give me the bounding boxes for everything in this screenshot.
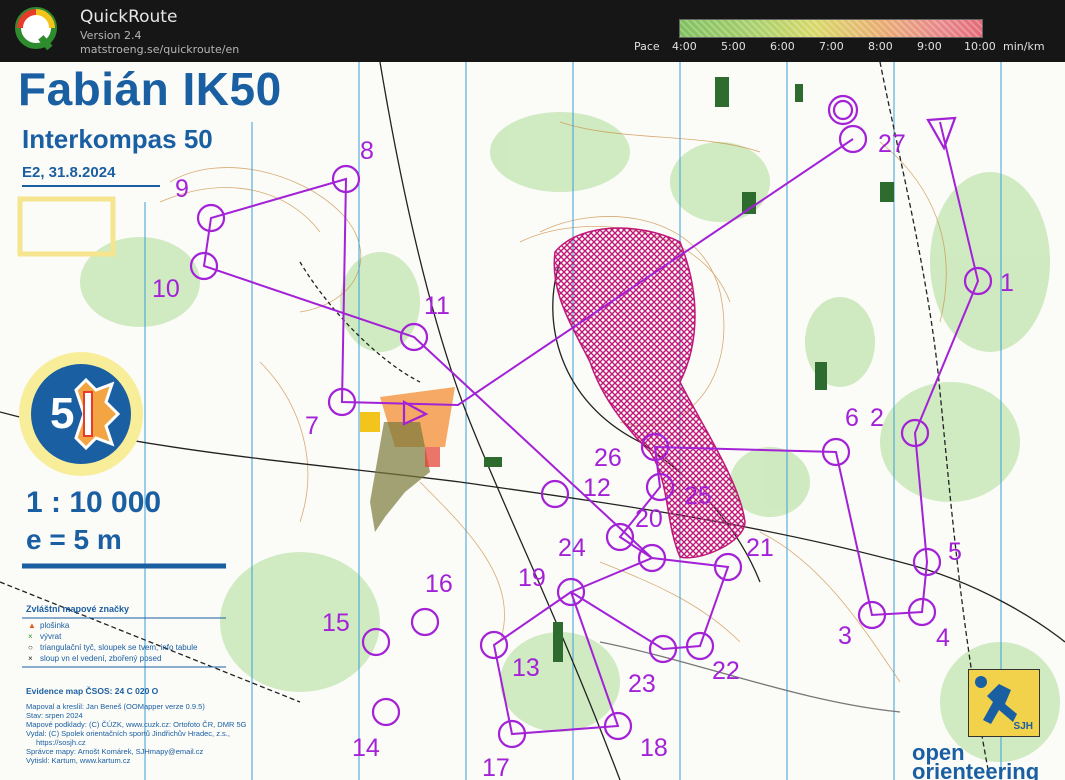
- sjh-logo-text: SJH: [1013, 721, 1033, 732]
- trig-point-icon: ○: [28, 643, 33, 652]
- pace-color-scale: [679, 19, 983, 38]
- credit-line: Vytiskl: Kartum, www.kartum.cz: [26, 756, 131, 765]
- legend-title: Zvláštní mapové značky: [26, 604, 130, 614]
- control-number-17: 17: [482, 754, 510, 780]
- control-number-21: 21: [746, 534, 774, 562]
- app-version: Version 2.4: [80, 29, 142, 42]
- control-number-22: 22: [712, 657, 740, 685]
- control-number-27: 27: [878, 130, 906, 158]
- legend-item-label: triangulační tyč, sloupek se tvem, info …: [40, 643, 198, 652]
- control-number-11: 11: [424, 292, 450, 320]
- control-number-8: 8: [360, 137, 374, 165]
- openorienteering-logo-line: orienteering: [912, 759, 1040, 780]
- power-pole-icon: ×: [28, 654, 33, 663]
- pace-tick: 7:00: [819, 40, 844, 53]
- legend-item-label: sloup vn el vedení, zbořený posed: [40, 654, 162, 663]
- app-url[interactable]: matstroeng.se/quickroute/en: [80, 43, 239, 56]
- control-number-14: 14: [352, 734, 380, 762]
- credit-line: Mapové podklady: (C) ČÚZK, www.cuzk.cz: …: [26, 720, 247, 729]
- control-number-15: 15: [322, 609, 350, 637]
- legend-item-label: plošinka: [40, 621, 70, 630]
- control-number-24: 24: [558, 534, 586, 562]
- map-evidence: Evidence map ČSOS: 24 C 020 O: [26, 686, 159, 696]
- control-number-19: 19: [518, 564, 546, 592]
- control-number-5: 5: [948, 538, 962, 566]
- control-number-10: 10: [152, 275, 180, 303]
- openorienteering-logo: open orienteering: [912, 742, 1040, 780]
- credit-line: Vydal: (C) Spolek orientačních sportů Ji…: [26, 729, 230, 738]
- credit-line: https://sosjh.cz: [36, 738, 86, 747]
- control-number-13: 13: [512, 654, 540, 682]
- control-number-6: 6: [845, 404, 859, 432]
- pace-label: Pace: [634, 40, 660, 53]
- control-number-12: 12: [583, 474, 611, 502]
- control-number-25: 25: [684, 482, 712, 510]
- app-title: QuickRoute: [80, 7, 178, 27]
- control-number-7: 7: [305, 412, 319, 440]
- event-badge: 5: [19, 352, 143, 476]
- badge-number: 5: [50, 389, 74, 438]
- orienteering-map[interactable]: 5 Fabián IK50 Interkompas 50 E2, 31.8.20…: [0, 62, 1065, 780]
- control-number-20: 20: [635, 505, 663, 533]
- pace-tick: 5:00: [721, 40, 746, 53]
- map-equidistance: e = 5 m: [26, 524, 122, 555]
- uprooted-tree-icon: ×: [28, 632, 33, 641]
- control-number-23: 23: [628, 670, 656, 698]
- pace-tick: 4:00: [672, 40, 697, 53]
- map-title: Fabián IK50: [18, 63, 282, 115]
- control-number-26: 26: [594, 444, 622, 472]
- control-number-3: 3: [838, 622, 852, 650]
- control-number-16: 16: [425, 570, 453, 598]
- map-event-date: E2, 31.8.2024: [22, 164, 116, 181]
- control-number-2: 2: [870, 404, 884, 432]
- control-number-1: 1: [1000, 269, 1014, 297]
- pace-tick: 6:00: [770, 40, 795, 53]
- map-scale: 1 : 10 000: [26, 486, 162, 519]
- quickroute-logo-icon: [14, 6, 62, 54]
- pace-tick: 9:00: [917, 40, 942, 53]
- credit-line: Stav: srpen 2024: [26, 711, 83, 720]
- control-number-4: 4: [936, 624, 950, 652]
- pace-tick: 8:00: [868, 40, 893, 53]
- sjh-logo: SJH: [968, 669, 1040, 737]
- pace-unit: min/km: [1003, 40, 1045, 53]
- credit-line: Správce mapy: Arnošt Komárek, SJHmapy@em…: [26, 747, 204, 756]
- map-subtitle: Interkompas 50: [22, 124, 213, 154]
- legend-item-label: vývrat: [40, 632, 62, 641]
- app-header: QuickRoute Version 2.4 matstroeng.se/qui…: [0, 0, 1065, 62]
- credit-line: Mapoval a kreslil: Jan Beneš (OOMapper v…: [26, 702, 205, 711]
- control-number-18: 18: [640, 734, 668, 762]
- platform-icon: ▲: [28, 621, 36, 630]
- control-number-9: 9: [175, 175, 189, 203]
- pace-tick: 10:00: [964, 40, 996, 53]
